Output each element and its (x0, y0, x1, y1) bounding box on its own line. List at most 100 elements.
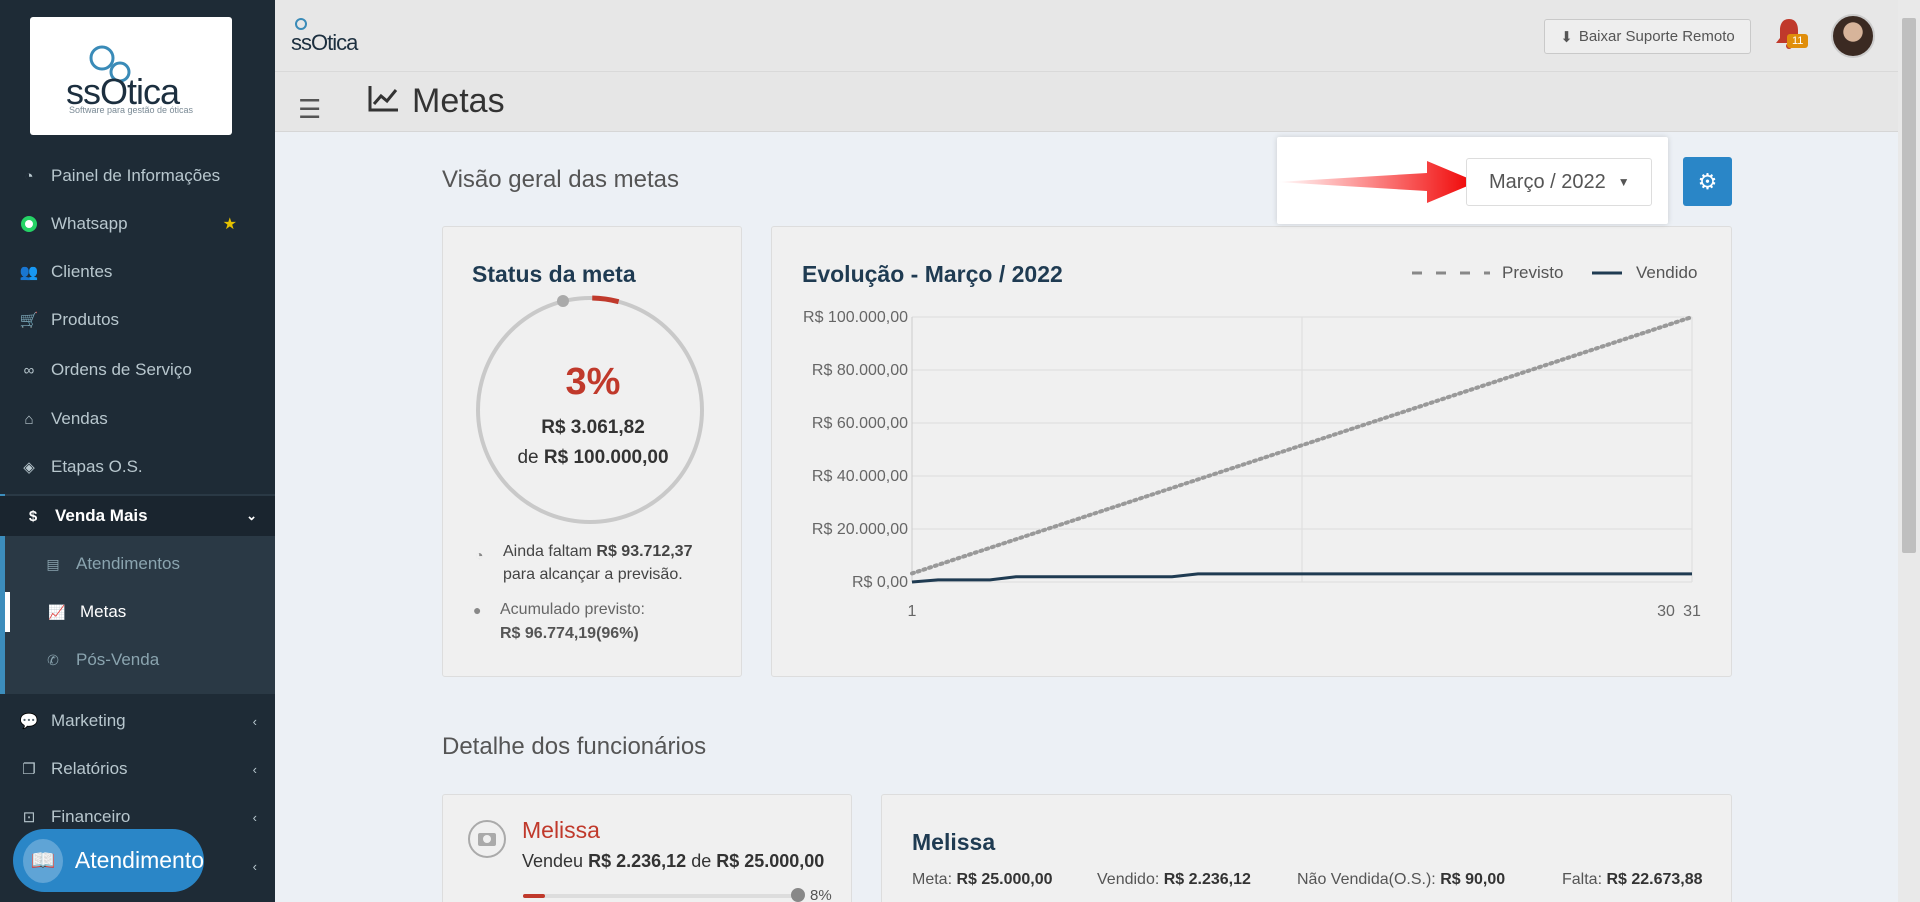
sidebar-item-vendas[interactable]: ⌂ Vendas (0, 399, 275, 439)
copy-icon: ❐ (22, 761, 36, 778)
cart-icon: 🛒 (19, 312, 39, 329)
x-tick-label: 31 (1683, 603, 1701, 620)
settings-button[interactable]: ⚙ (1683, 157, 1732, 206)
chevron-left-icon: ‹ (252, 761, 257, 777)
sidebar-item-label: Whatsapp (51, 214, 128, 233)
remaining-prefix: Ainda faltam (503, 543, 592, 560)
camera-icon (468, 820, 506, 858)
sidebar-item-etapas[interactable]: ◈ Etapas O.S. (0, 447, 275, 487)
employee-sold-value: R$ 2.236,12 (588, 851, 687, 871)
legend-previsto-label: Previsto (1502, 263, 1564, 282)
sidebar-item-relatorios[interactable]: ❐ Relatórios ‹ (0, 749, 275, 789)
employee-missing-label: Falta: (1562, 871, 1603, 888)
clipboard-icon: ▤ (46, 555, 60, 572)
brand-logo[interactable]: ssOtica Software para gestão de óticas (30, 17, 232, 135)
month-selector[interactable]: Março / 2022 ▼ (1466, 158, 1652, 206)
goal-percent: 3% (565, 361, 621, 403)
page-scrollbar-thumb[interactable] (1902, 18, 1916, 553)
comments-icon: 💬 (19, 713, 39, 730)
employee-missing-value: R$ 22.673,88 (1606, 871, 1703, 888)
sidebar: ssOtica Software para gestão de óticas ◔… (0, 0, 275, 902)
y-tick-label: R$ 80.000,00 (812, 362, 908, 379)
sidebar-item-label: Venda Mais (55, 506, 148, 525)
users-icon: 👥 (19, 264, 39, 281)
employee-name[interactable]: Melissa (522, 817, 600, 844)
legend-solid-swatch (1592, 271, 1622, 275)
sidebar-item-label: Vendas (51, 409, 108, 428)
chart-area-icon (368, 84, 400, 120)
x-tick-label: 1 (908, 603, 917, 620)
sidebar-item-label: Produtos (51, 310, 120, 329)
gear-icon: ⚙ (1697, 168, 1718, 194)
sidebar-item-produtos[interactable]: 🛒 Produtos (0, 300, 275, 340)
sidebar-subitem-pos-venda[interactable]: ✆ Pós-Venda (0, 640, 275, 680)
sidebar-item-clientes[interactable]: 👥 Clientes (0, 252, 275, 292)
employee-meta-label: Meta: (912, 871, 953, 888)
chevron-left-icon: ‹ (252, 713, 257, 729)
menu-toggle-icon[interactable]: ☰ (298, 94, 321, 125)
sidebar-item-ordens[interactable]: ∞ Ordens de Serviço (0, 350, 275, 390)
employee-progress-fill (523, 894, 546, 898)
logo-circle-icon (295, 18, 307, 30)
evolution-chart: R$ 100.000,00 R$ 80.000,00 R$ 60.000,00 R$ … (803, 309, 1701, 620)
header-logo[interactable]: ssOtica (291, 30, 358, 56)
sidebar-item-marketing[interactable]: 💬 Marketing ‹ (0, 701, 275, 741)
employee-meta-value: R$ 25.000,00 (956, 871, 1053, 888)
chat-support-button[interactable]: 📖 Atendimento (13, 829, 204, 892)
page-title-text: Metas (412, 82, 505, 120)
star-icon[interactable]: ★ (223, 214, 237, 234)
employee-progress-handle (791, 888, 805, 902)
sidebar-subitem-atendimentos[interactable]: ▤ Atendimentos (0, 544, 275, 584)
status-card: Status da meta 3% R$ 3.061,82 de R$ 100.… (442, 226, 742, 677)
sidebar-item-label: Clientes (51, 262, 113, 281)
caret-down-icon: ▼ (1617, 175, 1630, 189)
employee-goal-value: R$ 25.000,00 (716, 851, 825, 871)
chevron-left-icon: ‹ (252, 858, 257, 874)
download-icon: ⬇ (1560, 28, 1573, 46)
sidebar-subitem-label: Metas (80, 602, 127, 621)
sidebar-item-venda-mais[interactable]: $ Venda Mais ⌄ (0, 496, 275, 536)
sidebar-item-label: Etapas O.S. (51, 457, 143, 476)
legend-previsto[interactable]: Previsto (1412, 263, 1563, 283)
goal-total-line: de R$ 100.000,00 (443, 447, 743, 469)
y-tick-label: R$ 60.000,00 (812, 415, 908, 432)
goal-sold-value: R$ 3.061,82 (541, 417, 645, 438)
evolution-card: Evolução - Março / 2022 Previsto Vendido… (771, 226, 1732, 677)
remote-support-button[interactable]: ⬇ Baixar Suporte Remoto (1544, 19, 1751, 54)
employee-sold-amount: R$ 2.236,12 (1163, 871, 1251, 888)
sidebar-subitem-label: Atendimentos (76, 554, 180, 573)
employee-sold-label: Vendido: (1097, 871, 1160, 888)
remaining-line: Ainda faltam R$ 93.712,37 (503, 543, 692, 561)
logo-subtitle: Software para gestão de óticas (68, 105, 194, 115)
y-tick-label: R$ 40.000,00 (812, 468, 908, 485)
sidebar-item-whatsapp[interactable]: Whatsapp ★ (0, 204, 275, 244)
employee-detail-card: Melissa Meta: R$ 25.000,00 Vendido: R$ 2… (881, 794, 1732, 902)
notification-badge: 11 (1787, 34, 1809, 48)
y-tick-label: R$ 20.000,00 (812, 521, 908, 538)
avatar[interactable] (1831, 14, 1875, 58)
dashboard-icon: ◔ (24, 167, 34, 185)
remote-support-label: Baixar Suporte Remoto (1578, 28, 1735, 45)
employee-progress-label: 8% (810, 887, 832, 902)
circle-icon: ● (473, 602, 482, 618)
employee-unsold-value: R$ 90,00 (1440, 871, 1506, 888)
employee-progress-track (523, 894, 799, 898)
glasses-icon: ∞ (23, 361, 35, 379)
goal-gauge (476, 295, 704, 524)
red-arrow-icon (1277, 161, 1477, 203)
month-selector-value: Março / 2022 (1489, 170, 1606, 193)
y-tick-label: R$ 100.000,00 (803, 309, 908, 326)
employees-title: Detalhe dos funcionários (442, 733, 707, 760)
accumulated-value: R$ 96.774,19(96%) (500, 625, 639, 642)
sidebar-item-painel[interactable]: ◔ Painel de Informações (0, 156, 275, 196)
employee-unsold: Não Vendida(O.S.): R$ 90,00 (1297, 871, 1505, 889)
sidebar-item-label: Ordens de Serviço (51, 360, 192, 379)
employee-sold: Vendido: R$ 2.236,12 (1097, 871, 1251, 889)
employee-of-label: de (691, 851, 712, 871)
whatsapp-icon (20, 215, 38, 233)
legend-vendido[interactable]: Vendido (1592, 263, 1697, 283)
x-tick-label: 30 (1657, 603, 1675, 620)
sidebar-subitem-metas[interactable]: 📈 Metas (0, 592, 275, 632)
goal-of-label: de (517, 447, 539, 468)
employee-meta: Meta: R$ 25.000,00 (912, 871, 1053, 889)
